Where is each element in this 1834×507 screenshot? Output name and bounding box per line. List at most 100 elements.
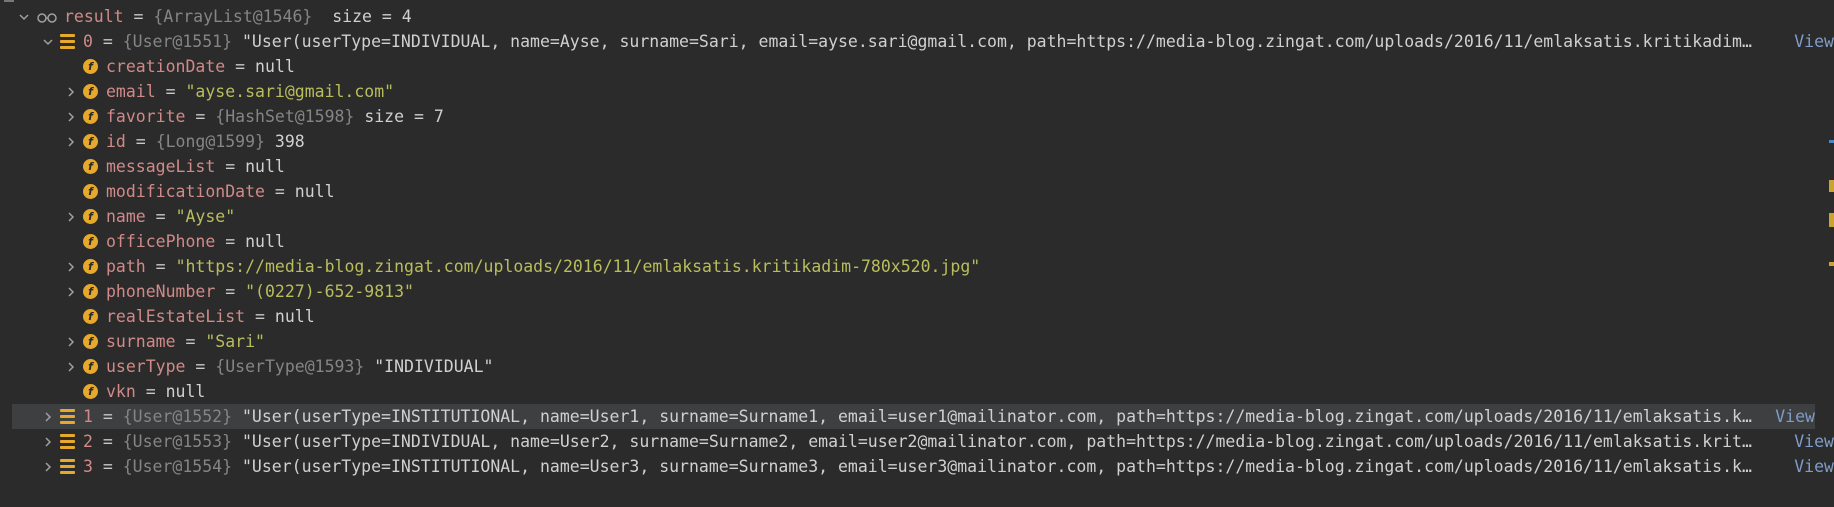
chevron-right-icon[interactable]	[63, 279, 79, 304]
chevron-right-icon[interactable]	[63, 354, 79, 379]
field-name: id	[106, 132, 126, 151]
field-value: null	[245, 232, 285, 251]
field-icon: f	[83, 284, 98, 299]
field-name: creationDate	[106, 57, 226, 76]
tree-row-field-id[interactable]: f id = {Long@1599} 398	[0, 129, 1834, 154]
tree-row-field-messageList[interactable]: f messageList = null	[0, 154, 1834, 179]
field-name: modificationDate	[106, 182, 265, 201]
field-name: favorite	[106, 107, 186, 126]
field-icon: f	[83, 84, 98, 99]
tree-row-field-officePhone[interactable]: f officePhone = null	[0, 229, 1834, 254]
view-link[interactable]: View	[1769, 404, 1815, 429]
field-value: null	[165, 382, 206, 401]
field-value: "Ayse"	[175, 207, 236, 226]
field-icon: f	[83, 384, 98, 399]
toString-value: "User(userType=INDIVIDUAL, name=User2, s…	[241, 432, 1742, 451]
chevron-right-icon[interactable]	[63, 254, 79, 279]
toString-value: "User(userType=INSTITUTIONAL, name=User3…	[241, 457, 1742, 476]
object-ref: {User@1551}	[122, 32, 233, 51]
watch-glasses-icon	[36, 4, 62, 29]
field-value: "Sari"	[205, 332, 265, 351]
object-ref: {User@1552}	[122, 407, 233, 426]
scroll-top-marker	[4, 0, 14, 2]
field-name: surname	[106, 332, 176, 351]
toString-value: "User(userType=INSTITUTIONAL, name=User1…	[241, 407, 1742, 426]
chevron-right-icon[interactable]	[40, 404, 56, 429]
field-icon: f	[83, 234, 98, 249]
array-element-icon	[60, 34, 75, 49]
field-name: vkn	[106, 382, 136, 401]
object-ref: {User@1553}	[122, 432, 233, 451]
field-icon: f	[83, 259, 98, 274]
field-name: messageList	[106, 157, 216, 176]
field-name: userType	[106, 357, 186, 376]
field-icon: f	[83, 59, 98, 74]
field-icon: f	[83, 159, 98, 174]
tree-row-item-2[interactable]: 2 = {User@1553} "User(userType=INDIVIDUA…	[0, 429, 1834, 454]
tree-row-field-favorite[interactable]: f favorite = {HashSet@1598} size = 7	[0, 104, 1834, 129]
field-name: realEstateList	[106, 307, 246, 326]
element-index: 3	[83, 457, 93, 476]
tree-row-field-surname[interactable]: f surname = "Sari"	[0, 329, 1834, 354]
tree-row-field-creationDate[interactable]: f creationDate = null	[0, 54, 1834, 79]
array-element-icon	[60, 434, 75, 449]
collection-size: size = 4	[332, 7, 412, 26]
variables-tree: result = {ArrayList@1546} size = 4 0 = {…	[0, 4, 1834, 479]
field-icon: f	[83, 134, 98, 149]
object-ref: {Long@1599}	[155, 132, 265, 151]
chevron-right-icon[interactable]	[40, 429, 56, 454]
chevron-right-icon[interactable]	[40, 454, 56, 479]
field-name: phoneNumber	[106, 282, 216, 301]
field-icon: f	[83, 209, 98, 224]
tree-row-field-path[interactable]: f path = "https://media-blog.zingat.com/u…	[0, 254, 1834, 279]
field-value: null	[274, 307, 315, 326]
object-ref: {UserType@1593}	[215, 357, 365, 376]
field-value: "INDIVIDUAL"	[374, 357, 494, 376]
element-index: 0	[83, 32, 93, 51]
field-value: "https://media-blog.zingat.com/uploads/2…	[175, 257, 981, 276]
tree-row-item-3[interactable]: 3 = {User@1554} "User(userType=INSTITUTI…	[0, 454, 1834, 479]
array-element-icon	[60, 409, 75, 424]
scrollbar-markers	[1824, 0, 1834, 507]
tree-row-item-0[interactable]: 0 = {User@1551} "User(userType=INDIVIDUA…	[0, 29, 1834, 54]
field-icon: f	[83, 109, 98, 124]
field-name: path	[106, 257, 146, 276]
tree-row-result[interactable]: result = {ArrayList@1546} size = 4	[0, 4, 1834, 29]
tree-row-field-userType[interactable]: f userType = {UserType@1593} "INDIVIDUAL"	[0, 354, 1834, 379]
tree-row-field-email[interactable]: f email = "ayse.sari@gmail.com"	[0, 79, 1834, 104]
field-value: null	[245, 157, 285, 176]
field-value: null	[255, 57, 295, 76]
field-name: email	[106, 82, 156, 101]
object-ref: {HashSet@1598}	[215, 107, 355, 126]
chevron-right-icon[interactable]	[63, 329, 79, 354]
chevron-right-icon[interactable]	[63, 204, 79, 229]
field-icon: f	[83, 184, 98, 199]
tree-row-field-phoneNumber[interactable]: f phoneNumber = "(0227)-652-9813"	[0, 279, 1834, 304]
tree-row-field-vkn[interactable]: f vkn = null	[0, 379, 1834, 404]
chevron-down-icon[interactable]	[40, 29, 56, 54]
array-element-icon	[60, 459, 75, 474]
tree-row-item-1[interactable]: 1 = {User@1552} "User(userType=INSTITUTI…	[12, 404, 1815, 429]
field-value: "(0227)-652-9813"	[245, 282, 414, 301]
toString-value: "User(userType=INDIVIDUAL, name=Ayse, su…	[241, 32, 1742, 51]
tree-row-field-modificationDate[interactable]: f modificationDate = null	[0, 179, 1834, 204]
field-value: size = 7	[364, 107, 444, 126]
field-name: name	[106, 207, 146, 226]
element-index: 2	[83, 432, 93, 451]
element-index: 1	[83, 407, 93, 426]
field-icon: f	[83, 359, 98, 374]
field-value: 398	[274, 132, 305, 151]
chevron-down-icon[interactable]	[16, 4, 32, 29]
field-icon: f	[83, 309, 98, 324]
chevron-right-icon[interactable]	[63, 104, 79, 129]
tree-row-field-realEstateList[interactable]: f realEstateList = null	[0, 304, 1834, 329]
field-icon: f	[83, 334, 98, 349]
object-ref: {ArrayList@1546}	[153, 7, 313, 26]
chevron-right-icon[interactable]	[63, 129, 79, 154]
tree-row-field-name[interactable]: f name = "Ayse"	[0, 204, 1834, 229]
field-name: officePhone	[106, 232, 216, 251]
chevron-right-icon[interactable]	[63, 79, 79, 104]
field-value: "ayse.sari@gmail.com"	[185, 82, 395, 101]
field-value: null	[294, 182, 335, 201]
variable-name: result	[64, 7, 124, 26]
